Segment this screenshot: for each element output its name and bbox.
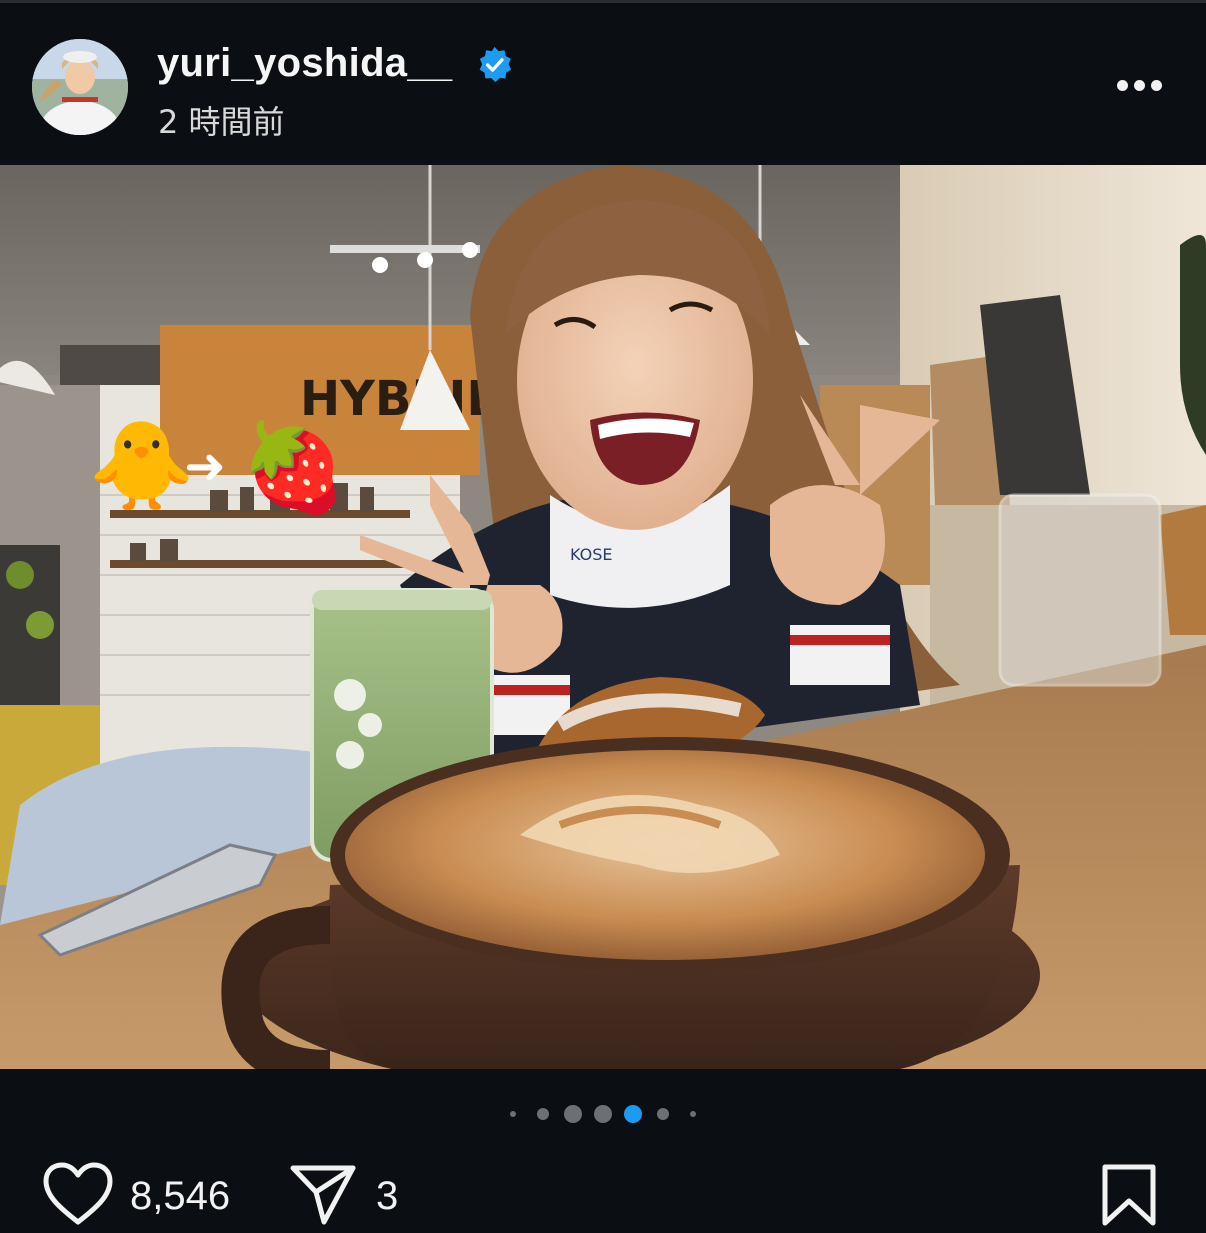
avatar-image	[32, 39, 128, 135]
carousel-dot-active	[624, 1105, 642, 1123]
more-dot-icon	[1117, 80, 1128, 91]
save-button[interactable]	[1100, 1162, 1158, 1228]
post-header: yuri_yoshida__ 2 時間前	[0, 3, 1206, 165]
kose-collar-text: KOSE	[570, 545, 612, 564]
bookmark-icon	[1102, 1164, 1156, 1226]
send-icon	[290, 1165, 356, 1225]
heart-icon	[43, 1162, 113, 1225]
carousel-dot	[564, 1105, 582, 1123]
action-bar: 8,546 3	[0, 1150, 1206, 1231]
carousel-dot	[537, 1108, 549, 1120]
more-dot-icon	[1134, 80, 1145, 91]
post-photo[interactable]: HYBRID KOSE 🐥 ➜ 🍓	[0, 165, 1206, 1069]
cafe-photo: HYBRID KOSE 🐥 ➜ 🍓	[0, 165, 1206, 1069]
arrow-sticker: ➜	[184, 437, 226, 495]
more-options-button[interactable]	[1114, 73, 1166, 97]
share-button[interactable]	[288, 1162, 358, 1228]
verified-badge-icon	[479, 46, 512, 83]
share-count: 3	[376, 1174, 399, 1218]
carousel-indicator	[0, 1100, 1206, 1128]
avatar[interactable]	[32, 39, 128, 135]
chick-sticker: 🐥	[88, 416, 195, 516]
carousel-dot	[657, 1108, 669, 1120]
more-dot-icon	[1151, 80, 1162, 91]
like-count: 8,546	[130, 1174, 231, 1218]
post-timestamp: 2 時間前	[158, 103, 285, 141]
like-button[interactable]	[40, 1160, 116, 1228]
username[interactable]: yuri_yoshida__	[157, 41, 452, 86]
carousel-dot	[594, 1105, 612, 1123]
carousel-dot	[690, 1111, 696, 1117]
strawberry-sticker: 🍓	[240, 418, 347, 518]
carousel-dot	[510, 1111, 516, 1117]
